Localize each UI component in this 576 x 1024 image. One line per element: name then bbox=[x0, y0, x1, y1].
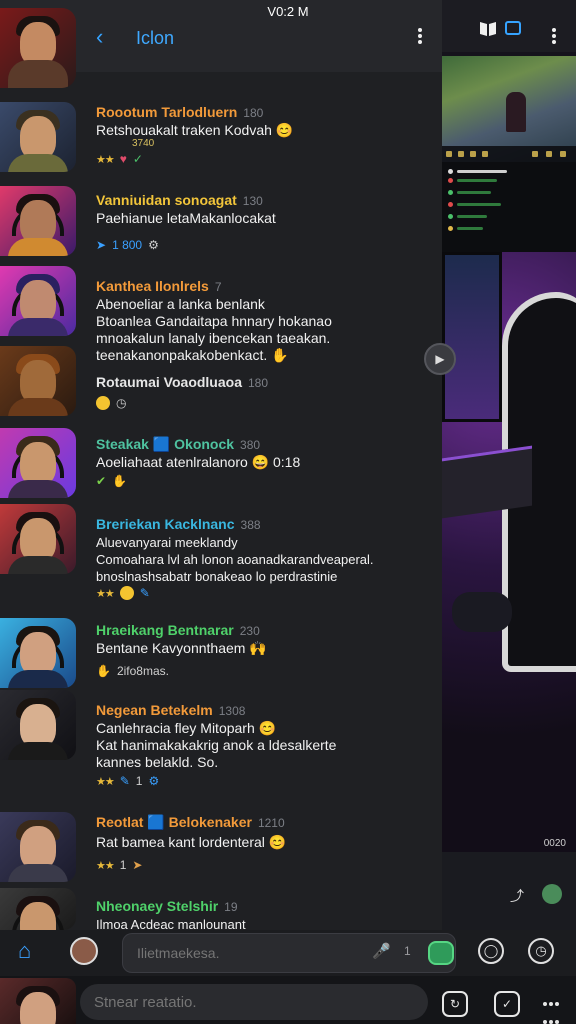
status-time: V0:2 M bbox=[267, 4, 309, 19]
message-reactions[interactable]: ➤ 1 800 ⚙ bbox=[96, 238, 159, 252]
star-rating: ★★ bbox=[96, 153, 115, 166]
settings-icon[interactable]: ⚙ bbox=[148, 238, 159, 252]
message-text: Canlehracia fley Mitoparh 😊 Kat hanimaka… bbox=[96, 720, 337, 770]
avatar[interactable] bbox=[0, 978, 76, 1024]
chat-panel: ‹ Iclon Roootum Tarlodluern 180 Retshouak… bbox=[0, 0, 456, 930]
smiley-emoji-icon[interactable] bbox=[119, 586, 134, 600]
message-author[interactable]: Breriekan Kacklnanc 388 bbox=[96, 516, 261, 532]
brush-icon[interactable]: ✎ bbox=[140, 586, 150, 600]
message-text: Bentane Kavyonnthaem 🙌 bbox=[96, 640, 267, 656]
avatar[interactable] bbox=[0, 812, 76, 882]
match-stats-panel bbox=[442, 162, 576, 252]
avatar[interactable] bbox=[0, 888, 76, 930]
page-title: Iclon bbox=[136, 28, 175, 48]
controller-image bbox=[452, 592, 512, 632]
stream-footer: ⤴ bbox=[442, 852, 576, 930]
hand-icon[interactable]: ✋ bbox=[96, 664, 111, 678]
hand-icon[interactable]: ✋ bbox=[112, 474, 127, 488]
book-icon[interactable] bbox=[478, 20, 500, 38]
avatar[interactable] bbox=[0, 186, 76, 256]
reaction-count: 1 bbox=[135, 774, 143, 788]
avatar[interactable] bbox=[0, 618, 76, 688]
more-vertical-icon[interactable] bbox=[550, 26, 558, 48]
grid-menu-icon[interactable] bbox=[542, 994, 564, 1024]
star-rating: ★★ bbox=[96, 859, 115, 872]
message-reactions[interactable]: ✔ ✋ bbox=[96, 474, 127, 488]
reaction-count: 1 800 bbox=[112, 238, 143, 252]
avatar[interactable] bbox=[0, 102, 76, 172]
message-author[interactable]: Steakak 🟦 Okonock 380 bbox=[96, 436, 260, 453]
message-text: Abenoeliar a lanka benlank Btoanlea Gand… bbox=[96, 296, 332, 363]
message-text: Aluevanyarai meeklandy Comoahara lvl ah … bbox=[96, 535, 374, 584]
stream-panel[interactable]: ⤴ 0020 bbox=[442, 0, 576, 930]
check-icon[interactable]: ✔ bbox=[96, 474, 106, 488]
clock-icon[interactable]: ◷ bbox=[528, 938, 554, 964]
streamer-room-scene bbox=[442, 252, 576, 852]
message-reactions[interactable]: ★★ ♥ ✓ bbox=[96, 152, 143, 166]
speech-bubble-icon[interactable]: ◯ bbox=[478, 938, 504, 964]
send-icon[interactable]: ➤ bbox=[132, 858, 142, 872]
avatar[interactable] bbox=[70, 937, 98, 965]
avatar[interactable] bbox=[0, 8, 76, 88]
reaction-count: 3740 bbox=[132, 138, 155, 149]
avatar[interactable] bbox=[0, 690, 76, 760]
avatar[interactable] bbox=[0, 266, 76, 336]
avatar[interactable] bbox=[0, 428, 76, 498]
message-author[interactable]: Vanniuidan sonoagat 130 bbox=[96, 192, 263, 208]
home-icon[interactable]: ⌂ bbox=[18, 938, 44, 964]
message-reactions[interactable]: ★★ ✎ 1 ⚙ bbox=[96, 774, 159, 788]
game-hud bbox=[442, 146, 576, 162]
message-text: Ilmoa Acdeac manlounant bbox=[96, 917, 246, 930]
heart-icon[interactable]: ♥ bbox=[120, 152, 127, 166]
game-video-thumbnail[interactable] bbox=[442, 56, 576, 162]
globe-icon[interactable] bbox=[542, 884, 562, 904]
refresh-icon[interactable]: ↻ bbox=[442, 991, 468, 1017]
send-icon[interactable]: ➤ bbox=[96, 238, 106, 252]
message-author[interactable]: Hraeikang Bentnarar 230 bbox=[96, 622, 260, 638]
chevron-left-icon[interactable]: ‹ bbox=[96, 26, 110, 48]
clock-icon[interactable]: ◷ bbox=[116, 396, 126, 410]
avatar[interactable] bbox=[0, 504, 76, 574]
share-icon[interactable]: ⤴ bbox=[510, 886, 524, 906]
play-button[interactable]: ▶ bbox=[424, 343, 456, 375]
keyboard-image bbox=[442, 445, 532, 519]
game-hero-figure bbox=[506, 92, 526, 132]
chat-bubble-icon[interactable] bbox=[504, 20, 526, 38]
reaction-count: 1 bbox=[119, 858, 127, 872]
star-rating: ★★ bbox=[96, 587, 115, 600]
message-author[interactable]: Reotlat 🟦 Belokenaker 1210 bbox=[96, 814, 285, 831]
message-text: Rat bamea kant lordenteral 😊 bbox=[96, 834, 287, 850]
message-author[interactable]: Negean Betekelm 1308 bbox=[96, 702, 245, 718]
avatar[interactable] bbox=[0, 346, 76, 416]
message-reactions[interactable]: ★★ ✎ bbox=[96, 586, 150, 600]
check-badge-icon[interactable]: ✓ bbox=[494, 991, 520, 1017]
settings-icon[interactable]: ⚙ bbox=[148, 774, 159, 788]
microphone-icon[interactable]: 🎤 bbox=[372, 942, 391, 960]
composer-count: 1 bbox=[404, 944, 411, 958]
message-author[interactable]: Nheonaey Stelshir 19 bbox=[96, 898, 238, 914]
brush-icon[interactable]: ✎ bbox=[120, 774, 130, 788]
check-icon[interactable]: ✓ bbox=[133, 152, 143, 166]
viewer-count: 0020 bbox=[543, 838, 566, 849]
message-reactions[interactable]: ★★ 1 ➤ bbox=[96, 858, 142, 872]
monitor-image bbox=[442, 252, 502, 422]
search-input[interactable] bbox=[80, 984, 428, 1020]
smiley-emoji-icon[interactable] bbox=[96, 396, 110, 410]
message-text: Aoeliahaat atenlralanoro 😄 0:18 bbox=[96, 454, 301, 470]
message-author[interactable]: Rotaumai Voaodluaoa 180 bbox=[96, 374, 268, 390]
message-author[interactable]: Kanthea Ilonlrels 7 bbox=[96, 278, 222, 294]
message-text: Retshouakalt traken Kodvah 😊 bbox=[96, 122, 294, 138]
message-text: Paehianue letaMakanlocakat bbox=[96, 210, 276, 226]
message-reactions[interactable]: ◷ bbox=[96, 396, 126, 410]
message-reactions[interactable]: ✋ 2ifo8mas. bbox=[96, 664, 169, 678]
more-vertical-icon[interactable] bbox=[416, 26, 424, 48]
star-rating: ★★ bbox=[96, 775, 115, 788]
message-author[interactable]: Roootum Tarlodluern 180 bbox=[96, 104, 263, 120]
reaction-text: 2ifo8mas. bbox=[116, 664, 169, 678]
emoji-button[interactable] bbox=[428, 941, 454, 965]
